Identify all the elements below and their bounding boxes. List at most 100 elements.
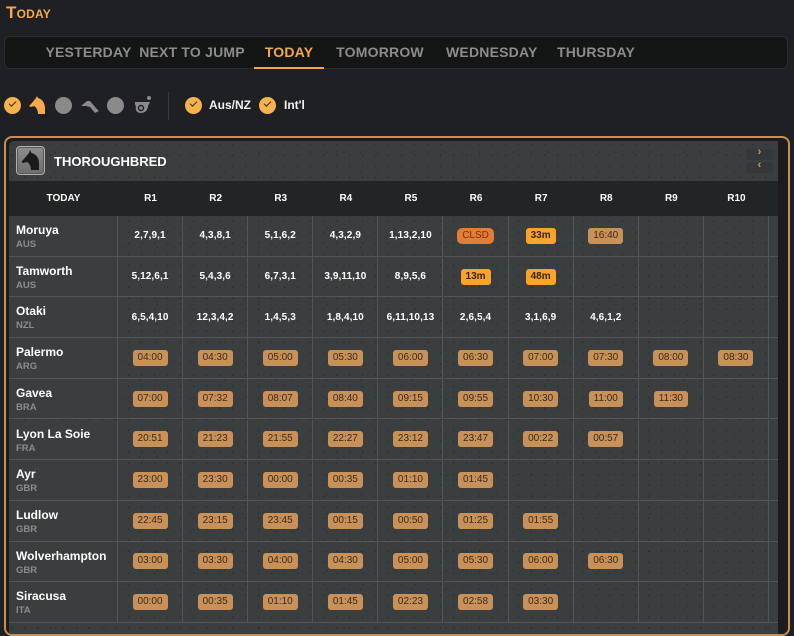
scroll-left-button[interactable]: ‹ — [746, 159, 773, 173]
start-time-badge[interactable]: 00:35 — [327, 472, 363, 489]
start-time-badge[interactable]: 01:10 — [262, 594, 298, 611]
race-cell[interactable]: 00:35 — [313, 460, 379, 501]
race-cell[interactable]: 5,1,6,2 — [248, 216, 314, 257]
race-cell[interactable]: 33m — [508, 216, 574, 257]
race-cell[interactable]: 4,3,8,1 — [183, 216, 249, 257]
horse-head-icon[interactable] — [27, 95, 47, 115]
race-cell[interactable]: 05:00 — [248, 338, 314, 379]
tab-tomorrow[interactable]: TOMORROW — [335, 37, 425, 68]
start-time-badge[interactable]: 07:32 — [197, 390, 233, 407]
race-cell[interactable]: 07:00 — [118, 378, 184, 420]
race-result[interactable]: 1,13,2,10 — [389, 230, 432, 241]
start-time-badge[interactable]: 01:10 — [392, 472, 428, 489]
venue-cell[interactable]: Siracusa ITA — [9, 582, 118, 623]
start-time-badge[interactable]: 07:00 — [523, 349, 559, 366]
start-time-badge[interactable]: 11:00 — [588, 390, 623, 407]
race-result[interactable]: 3,9,11,10 — [324, 271, 366, 282]
race-cell[interactable]: 01:25 — [443, 500, 509, 542]
start-time-badge[interactable]: 05:00 — [262, 349, 298, 366]
start-time-badge[interactable]: 00:35 — [197, 594, 233, 611]
venue-cell[interactable]: Ayr GBR — [9, 460, 118, 501]
countdown-badge[interactable]: 48m — [525, 268, 556, 285]
whistle-icon[interactable] — [133, 95, 153, 115]
race-cell[interactable]: 11:30 — [638, 378, 704, 420]
race-cell[interactable]: 23:45 — [248, 500, 314, 542]
venue-cell[interactable]: Moruya AUS — [9, 216, 118, 257]
race-result[interactable]: 6,5,4,10 — [132, 312, 169, 323]
race-cell[interactable]: 00:35 — [183, 582, 249, 623]
race-cell[interactable]: 03:30 — [508, 582, 574, 623]
race-cell[interactable]: 00:00 — [248, 460, 314, 501]
venue-name[interactable]: Tamworth — [16, 264, 72, 278]
start-time-badge[interactable]: 01:55 — [523, 512, 559, 529]
venue-name[interactable]: Moruya — [16, 223, 59, 237]
start-time-badge[interactable]: 00:15 — [327, 512, 363, 529]
race-cell[interactable]: CLSD — [443, 216, 509, 257]
race-cell[interactable]: 02:23 — [378, 582, 444, 623]
race-cell[interactable]: 05:00 — [378, 541, 444, 583]
race-cell[interactable]: 23:47 — [443, 419, 509, 461]
race-cell[interactable]: 09:15 — [378, 378, 444, 420]
start-time-badge[interactable]: 08:07 — [262, 390, 298, 407]
race-result[interactable]: 6,11,10,13 — [387, 312, 435, 323]
race-result[interactable]: 5,1,6,2 — [265, 230, 296, 241]
race-result[interactable]: 1,8,4,10 — [327, 312, 364, 323]
venue-name[interactable]: Wolverhampton — [16, 549, 106, 563]
race-cell[interactable]: 6,7,3,1 — [248, 256, 314, 298]
tab-next-to-jump[interactable]: NEXT TO JUMP — [137, 37, 247, 68]
race-cell[interactable]: 1,13,2,10 — [378, 216, 444, 257]
race-cell[interactable]: 06:00 — [508, 541, 574, 583]
harness-icon[interactable] — [80, 95, 100, 115]
race-cell[interactable]: 04:30 — [183, 338, 249, 379]
race-cell[interactable]: 11:00 — [573, 378, 639, 420]
start-time-badge[interactable]: 08:30 — [718, 349, 754, 366]
start-time-badge[interactable]: 23:30 — [197, 472, 233, 489]
venue-name[interactable]: Gavea — [16, 386, 52, 400]
race-cell[interactable]: 00:00 — [118, 582, 184, 623]
intl-checkbox[interactable] — [259, 97, 276, 114]
start-time-badge[interactable]: 23:12 — [392, 431, 428, 448]
race-result[interactable]: 4,3,8,1 — [200, 230, 231, 241]
start-time-badge[interactable]: 04:00 — [132, 349, 168, 366]
start-time-badge[interactable]: 08:40 — [327, 390, 363, 407]
start-time-badge[interactable]: 00:22 — [523, 431, 559, 448]
start-time-badge[interactable]: 03:30 — [523, 594, 559, 611]
start-time-badge[interactable]: 00:57 — [588, 431, 624, 448]
start-time-badge[interactable]: 03:00 — [132, 553, 168, 570]
start-time-badge[interactable]: 02:58 — [458, 594, 494, 611]
race-cell[interactable]: 20:51 — [118, 419, 184, 461]
start-time-badge[interactable]: 23:00 — [132, 472, 168, 489]
aus-nz-label[interactable]: Aus/NZ — [209, 98, 251, 112]
venue-cell[interactable]: Otaki NZL — [9, 297, 118, 339]
venue-cell[interactable]: Lyon La Soie FRA — [9, 419, 118, 461]
start-time-badge[interactable]: 06:00 — [523, 553, 559, 570]
start-time-badge[interactable]: 16:40 — [588, 227, 624, 244]
venue-name[interactable]: Palermo — [16, 345, 63, 359]
race-cell[interactable]: 2,7,9,1 — [118, 216, 184, 257]
race-cell[interactable]: 05:30 — [313, 338, 379, 379]
race-cell[interactable]: 48m — [508, 256, 574, 298]
harness-checkbox[interactable] — [55, 97, 72, 114]
start-time-badge[interactable]: 04:30 — [197, 349, 233, 366]
race-cell[interactable]: 00:50 — [378, 500, 444, 542]
race-cell[interactable]: 00:57 — [573, 419, 639, 461]
race-cell[interactable]: 04:00 — [248, 541, 314, 583]
start-time-badge[interactable]: 07:00 — [132, 390, 168, 407]
race-cell[interactable]: 00:22 — [508, 419, 574, 461]
start-time-badge[interactable]: 02:23 — [392, 594, 428, 611]
race-cell[interactable]: 01:45 — [313, 582, 379, 623]
race-cell[interactable]: 01:45 — [443, 460, 509, 501]
start-time-badge[interactable]: 06:30 — [458, 349, 494, 366]
tab-yesterday[interactable]: YESTERDAY — [33, 37, 144, 68]
closed-badge[interactable]: CLSD — [457, 227, 494, 244]
race-cell[interactable]: 16:40 — [573, 216, 639, 257]
start-time-badge[interactable]: 04:00 — [262, 553, 298, 570]
race-cell[interactable]: 04:30 — [313, 541, 379, 583]
aus-nz-checkbox[interactable] — [185, 97, 202, 114]
start-time-badge[interactable]: 09:15 — [392, 390, 428, 407]
race-cell[interactable]: 6,5,4,10 — [118, 297, 184, 339]
race-cell[interactable]: 23:30 — [183, 460, 249, 501]
start-time-badge[interactable]: 23:47 — [458, 431, 494, 448]
race-result[interactable]: 1,4,5,3 — [265, 312, 296, 323]
race-result[interactable]: 4,3,2,9 — [330, 230, 361, 241]
